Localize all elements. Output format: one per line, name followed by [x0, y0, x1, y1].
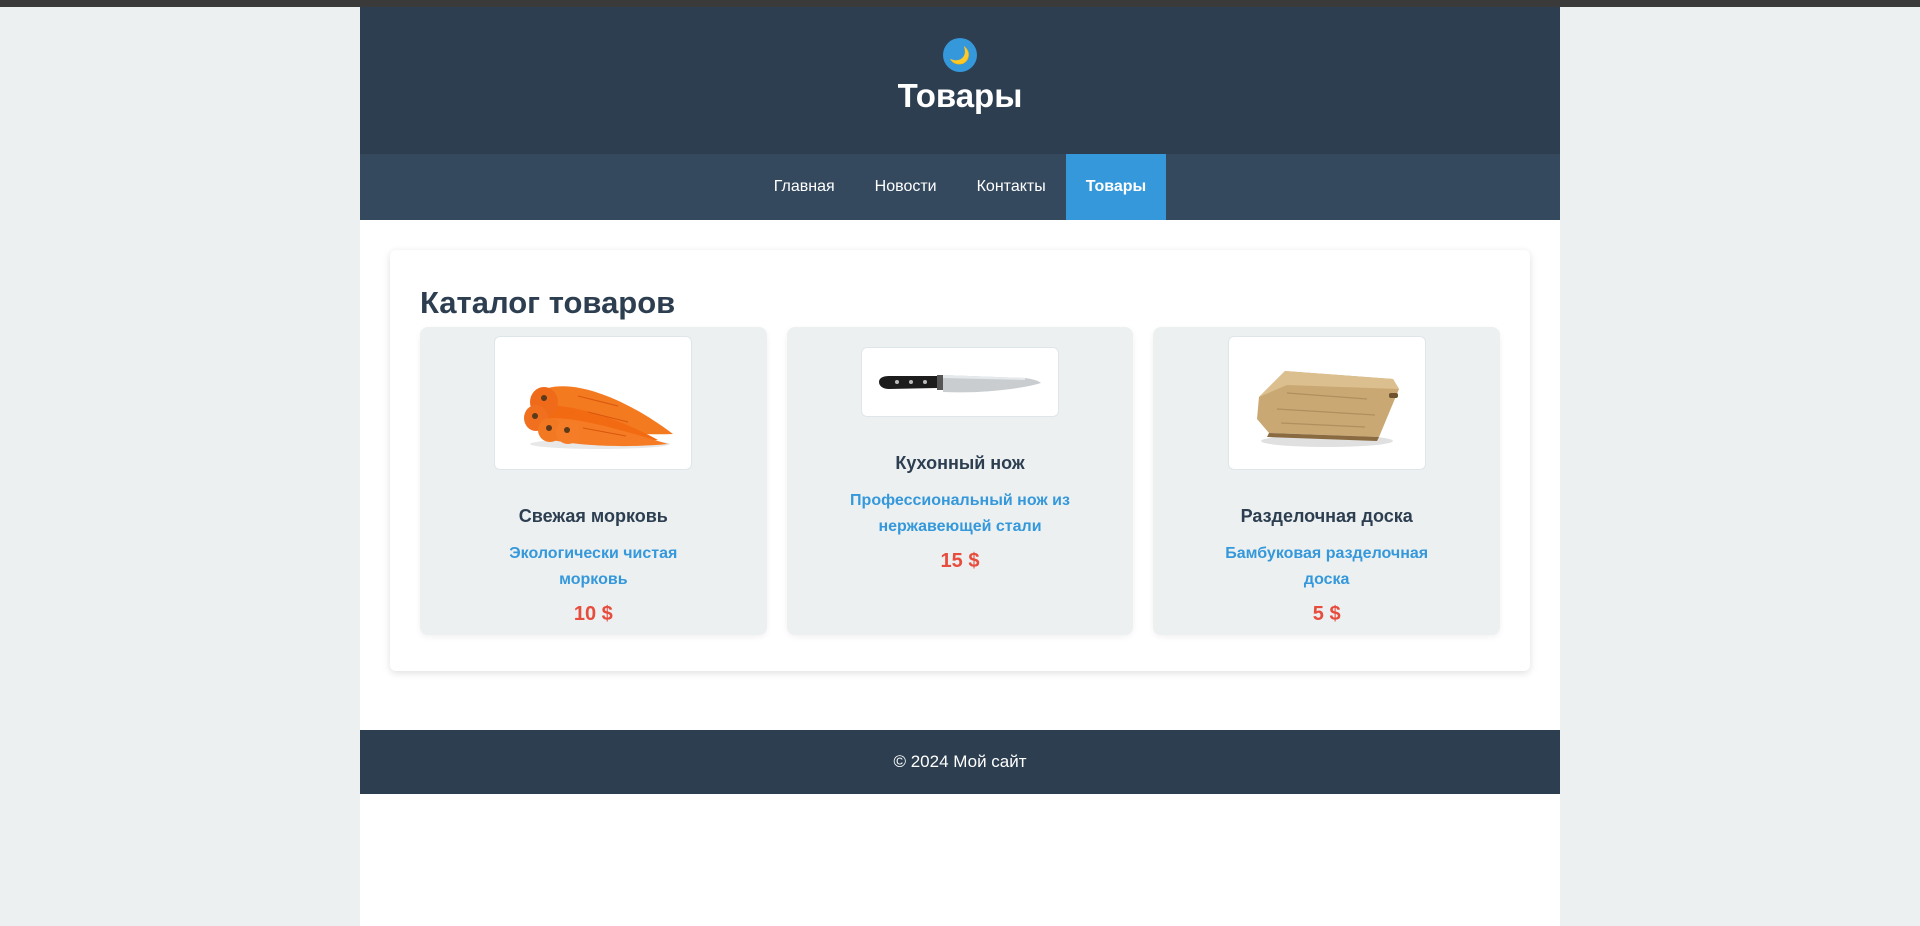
product-price: 15 $	[940, 550, 980, 572]
site-footer: © 2024 Мой сайт	[360, 730, 1560, 794]
carrot-image	[494, 336, 693, 470]
knife-image	[861, 347, 1059, 417]
page-title: Товары	[897, 77, 1023, 114]
page: 🌙 Товары Главная Новости Контакты Товары…	[360, 7, 1560, 926]
product-name: Кухонный нож	[895, 453, 1025, 473]
nav-item-products[interactable]: Товары	[1065, 154, 1167, 220]
product-price: 5 $	[1312, 603, 1341, 625]
nav-item-home[interactable]: Главная	[754, 154, 855, 220]
product-price: 10 $	[573, 603, 613, 625]
product-description: Профессиональный нож из нержавеющей стал…	[850, 492, 1070, 535]
product-grid: Свежая морковь Экологически чистая морко…	[420, 327, 1501, 635]
product-name: Разделочная доска	[1240, 506, 1413, 526]
nav-item-contacts[interactable]: Контакты	[957, 154, 1066, 220]
site-header: 🌙 Товары	[360, 7, 1560, 154]
product-description: Бамбуковая разделочная доска	[1225, 545, 1429, 588]
catalog-title: Каталог товаров	[420, 285, 676, 320]
catalog-section: Каталог товаров Свежая морковь Экологиче…	[390, 250, 1530, 671]
product-name: Свежая морковь	[518, 506, 668, 526]
main-nav: Главная Новости Контакты Товары	[360, 154, 1560, 220]
product-card-board[interactable]: Разделочная доска Бамбуковая разделочная…	[1153, 327, 1501, 635]
product-card-carrot[interactable]: Свежая морковь Экологически чистая морко…	[420, 327, 767, 635]
main-content: Каталог товаров Свежая морковь Экологиче…	[360, 220, 1560, 671]
footer-copyright: © 2024 Мой сайт	[893, 752, 1027, 771]
product-description: Экологически чистая морковь	[509, 545, 678, 588]
cutting-board-image	[1227, 336, 1426, 470]
browser-top-strip	[0, 0, 1920, 7]
product-card-knife[interactable]: Кухонный нож Профессиональный нож из нер…	[786, 327, 1134, 635]
moon-icon[interactable]: 🌙	[943, 38, 977, 72]
nav-item-news[interactable]: Новости	[855, 154, 957, 220]
